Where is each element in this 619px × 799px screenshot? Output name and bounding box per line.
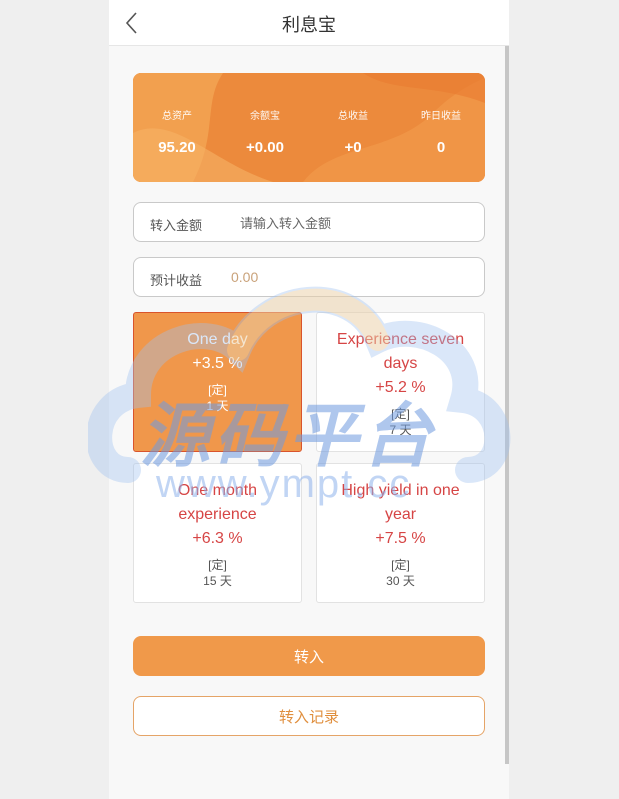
- plan-tag: [定]: [208, 558, 227, 572]
- plan-card-one-year[interactable]: High yield in one year +7.5 % [定] 30 天: [316, 463, 485, 603]
- plan-tag: [定]: [391, 407, 410, 421]
- asset-yesterday-income: 昨日收益 0: [397, 73, 485, 182]
- estimated-income-field: 预计收益 0.00: [133, 257, 485, 297]
- asset-yuebao: 余额宝 +0.00: [221, 73, 309, 182]
- transfer-history-button[interactable]: 转入记录: [133, 696, 485, 736]
- top-nav-bar: 利息宝: [109, 0, 509, 46]
- asset-value: +0: [344, 139, 362, 156]
- plan-card-one-month[interactable]: One month experience +6.3 % [定] 15 天: [133, 463, 302, 603]
- plan-name: One day: [187, 331, 248, 348]
- plan-rate: +7.5 %: [375, 530, 426, 547]
- plan-days: 1 天: [206, 399, 229, 413]
- transfer-amount-field: 转入金额: [133, 202, 485, 242]
- plan-rate: +5.2 %: [375, 379, 426, 396]
- plan-tag: [定]: [208, 383, 227, 397]
- phone-screen: 利息宝 总资产 95.20 余额宝 +0.00 总收益 +0 昨日收益 0 转入…: [109, 0, 509, 799]
- asset-summary-card: 总资产 95.20 余额宝 +0.00 总收益 +0 昨日收益 0: [133, 73, 485, 182]
- plan-rate: +6.3 %: [192, 530, 243, 547]
- asset-label: 昨日收益: [421, 111, 461, 122]
- plan-card-seven-days[interactable]: Experience seven days +5.2 % [定] 7 天: [316, 312, 485, 452]
- plan-name: High yield in one year: [341, 482, 460, 523]
- estimated-income-value: 0.00: [231, 269, 259, 285]
- plan-name: One month experience: [177, 482, 258, 523]
- asset-total-income: 总收益 +0: [309, 73, 397, 182]
- page-title: 利息宝: [282, 15, 336, 35]
- asset-columns: 总资产 95.20 余额宝 +0.00 总收益 +0 昨日收益 0: [133, 73, 485, 182]
- plan-rate: +3.5 %: [192, 355, 243, 372]
- plan-card-one-day[interactable]: One day +3.5 % [定] 1 天: [133, 312, 302, 452]
- transfer-in-button[interactable]: 转入: [133, 636, 485, 676]
- asset-value: 0: [436, 139, 446, 156]
- asset-value: +0.00: [246, 139, 284, 156]
- plan-days: 7 天: [389, 423, 412, 437]
- estimated-income-label: 预计收益: [150, 273, 203, 288]
- asset-label: 总资产: [162, 111, 192, 122]
- plan-grid: One day +3.5 % [定] 1 天 Experience seven …: [133, 312, 485, 604]
- transfer-amount-label: 转入金额: [150, 218, 203, 233]
- plan-name: Experience seven days: [336, 331, 465, 372]
- asset-label: 余额宝: [250, 111, 280, 122]
- asset-value: 95.20: [158, 139, 196, 156]
- scrollbar[interactable]: [505, 46, 509, 764]
- plan-days: 15 天: [203, 574, 232, 588]
- plan-days: 30 天: [386, 574, 415, 588]
- plan-tag: [定]: [391, 558, 410, 572]
- asset-total: 总资产 95.20: [133, 73, 221, 182]
- asset-label: 总收益: [338, 111, 368, 122]
- transfer-amount-input[interactable]: [240, 212, 470, 234]
